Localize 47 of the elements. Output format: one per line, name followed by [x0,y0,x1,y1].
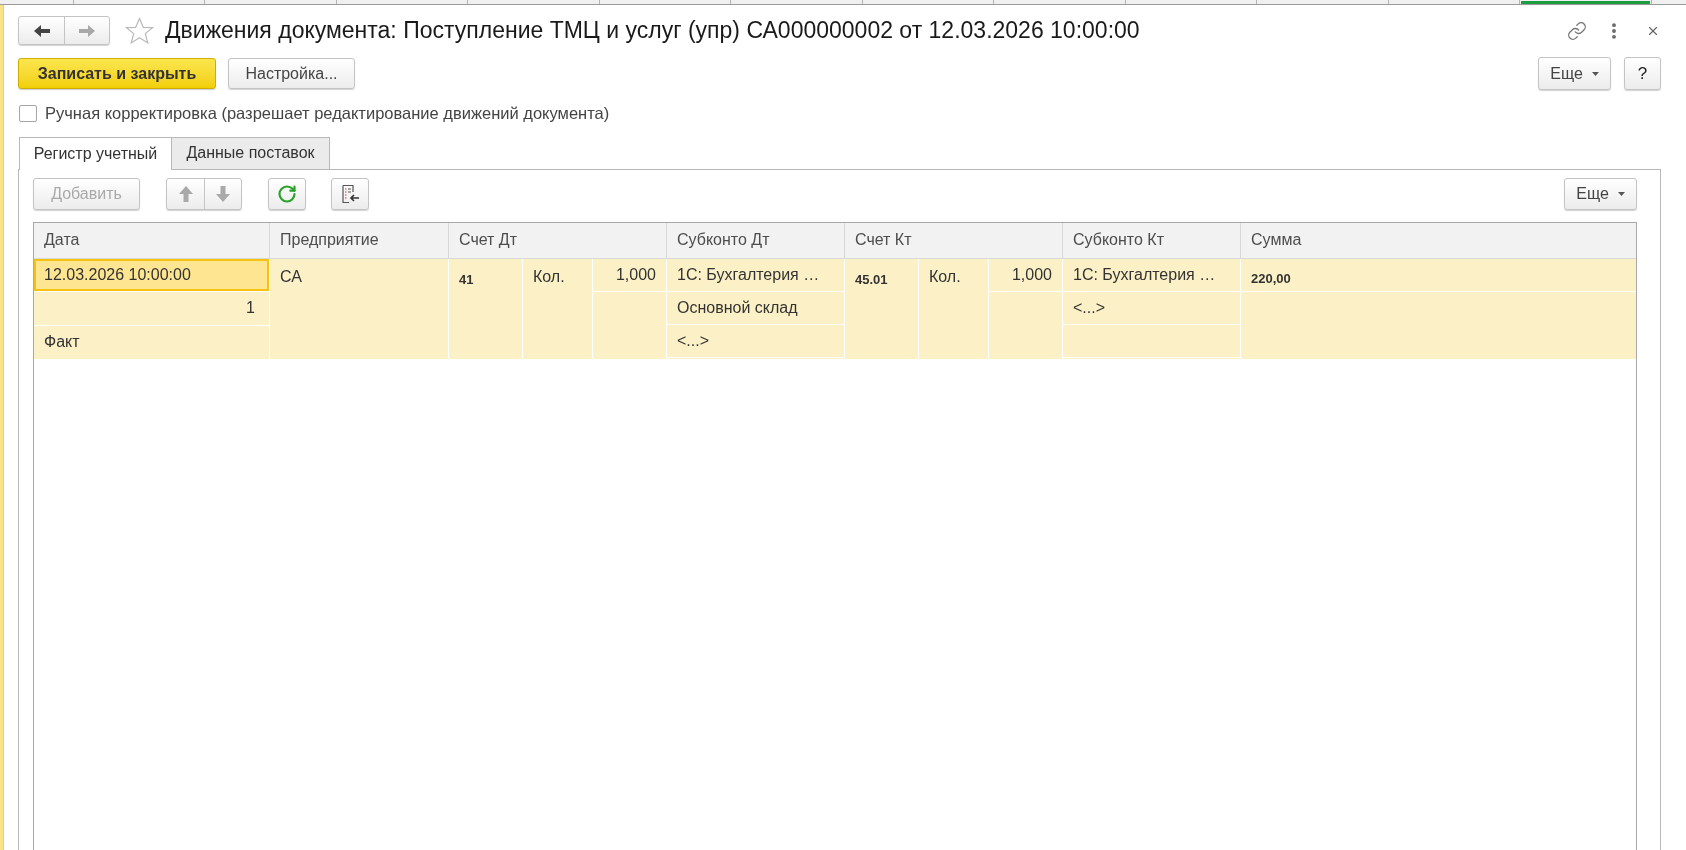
table-cell: СА [280,267,302,285]
tab[interactable]: Регистр учетный [19,136,172,170]
table-row[interactable]: 12.03.2026 10:00:00 1 Факт СА 41 Кол. 1,000 1С: Бухгалтерия … Основной склад <...> 45.01 Кол. 1,000 1С: Бухгалтерия … <...> 220,00 [34,258,1636,359]
column-header[interactable]: Субконто Кт [1063,222,1241,258]
table-cell-text: 1,000 [615,264,656,285]
table-cell: Кол. [929,267,961,285]
caret-icon [1591,71,1599,76]
table-cell: 45.01 [855,271,888,287]
tab[interactable]: Данные поставок [171,136,330,170]
table-cell-text: 1С: Бухгалтерия … [1073,264,1216,285]
table-cell[interactable]: 12.03.2026 10:00:00 [34,258,269,291]
link-icon[interactable] [1567,20,1587,41]
window-title: Движения документа: Поступление ТМЦ и услуг (упр) СА000000002 от 12.03.2026 10:00:00 [165,16,1140,46]
column-header[interactable]: Счет Дт [449,222,667,258]
caret-icon [1617,192,1625,197]
save-close-button[interactable]: Записать и закрыть [18,58,216,89]
arrow-up-icon [178,186,193,203]
settings-button[interactable]: Настройка... [228,58,355,89]
column-header[interactable]: Сумма [1241,222,1636,258]
checkbox[interactable] [19,104,37,122]
star-icon[interactable] [125,16,154,45]
refresh-button[interactable] [268,178,306,211]
more-button[interactable]: Еще [1564,178,1637,211]
window-tab[interactable] [1520,0,1652,4]
table-cell-text: 1 [246,298,255,319]
column-header[interactable]: Предприятие [270,222,449,258]
table-cell-text: <...> [1073,297,1106,318]
column-header[interactable]: Счет Кт [845,222,1063,258]
table-cell-text: Факт [44,332,80,353]
arrow-right-icon [78,23,96,38]
arrow-down-icon [216,186,230,203]
table-cell: 41 [459,271,474,287]
table-cell-text: Основной склад [677,297,798,318]
document-arrow-icon [340,184,360,205]
column-header[interactable]: Субконто Дт [667,222,845,258]
help-button[interactable]: ? [1624,57,1661,90]
column-header[interactable]: Дата [34,222,270,258]
table-cell: Кол. [533,267,565,285]
table-cell-text: 1С: Бухгалтерия … [677,264,820,285]
checkbox-label[interactable]: Ручная корректировка (разрешает редактирование движений документа) [45,101,610,126]
table-cell-text: <...> [677,330,710,351]
list-button[interactable] [331,178,369,211]
table-cell: 220,00 [1251,270,1291,286]
arrow-left-icon [32,23,51,38]
table-cell-text: 1,000 [1011,264,1052,285]
more-button[interactable]: Еще [1538,57,1611,90]
refresh-icon [277,184,297,205]
